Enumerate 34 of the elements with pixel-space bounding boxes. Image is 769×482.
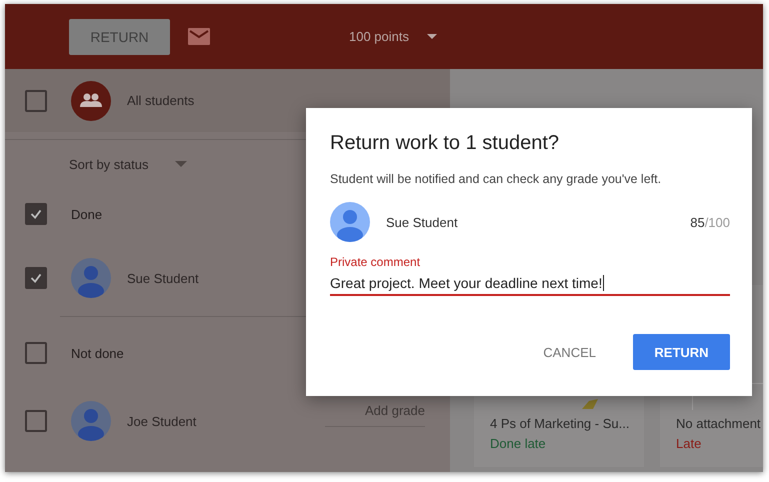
caret-icon — [427, 34, 437, 39]
grade-field[interactable]: Add grade — [325, 403, 425, 427]
avatar-icon — [330, 202, 370, 242]
sort-selector[interactable]: Sort by status — [69, 156, 188, 172]
return-button[interactable]: RETURN — [633, 334, 730, 370]
cancel-button[interactable]: CANCEL — [539, 344, 600, 360]
checkbox[interactable] — [25, 342, 47, 364]
avatar-icon — [71, 258, 111, 298]
points-selector[interactable]: 100 points — [349, 29, 437, 44]
comment-label: Private comment — [330, 255, 422, 269]
card-status: Late — [675, 435, 702, 451]
grade: 85/100 — [690, 214, 730, 230]
group-label: Done — [71, 206, 102, 222]
checkbox[interactable] — [25, 410, 47, 432]
student-name: Joe Student — [127, 414, 196, 428]
student-name: Sue Student — [386, 214, 459, 230]
card-status: Done late — [489, 435, 547, 451]
group-label: Not done — [71, 346, 124, 360]
caret-icon — [175, 161, 188, 167]
all-students-label: All students — [127, 93, 194, 108]
dialog-title: Return work to 1 student? — [330, 132, 560, 155]
student-name: Sue Student — [127, 270, 199, 286]
return-button[interactable]: RETURN — [69, 18, 170, 54]
checkbox[interactable] — [25, 90, 47, 112]
checkbox[interactable] — [25, 267, 47, 289]
file-thumbnail-icon — [582, 399, 598, 409]
card-title: 4 Ps of Marketing - Su... — [489, 415, 630, 431]
avatar-icon — [71, 401, 111, 441]
dialog-message: Student will be notified and can check any grade you've left. — [330, 172, 662, 186]
mail-icon[interactable] — [188, 28, 210, 45]
group-icon — [71, 80, 111, 120]
comment-field[interactable]: Great project. Meet your deadline next time! — [330, 275, 730, 296]
card-title: No attachment — [675, 415, 762, 431]
checkbox[interactable] — [25, 203, 47, 225]
